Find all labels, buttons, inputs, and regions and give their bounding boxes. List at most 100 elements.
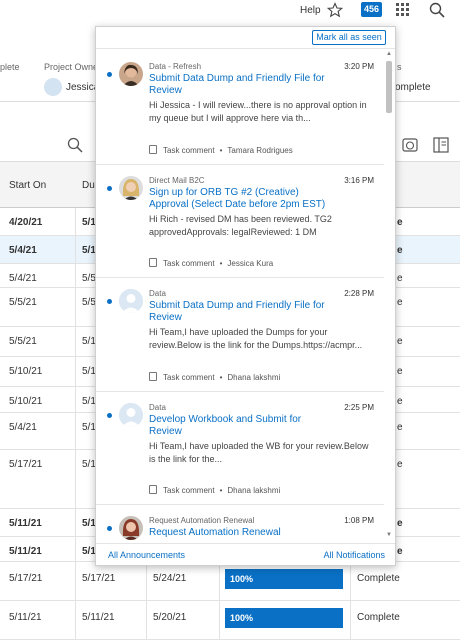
notification-meta: Task comment • Dhana lakshmi <box>149 485 280 495</box>
meta-author: Jessica Kura <box>227 259 274 268</box>
notification-meta: Task comment • Tamara Rodrigues <box>149 145 293 155</box>
meta-type: Task comment <box>163 373 215 382</box>
column-header-start-on[interactable]: Start On <box>9 180 46 191</box>
start-date-cell: 5/11/21 <box>9 546 42 557</box>
due-date-cell: 5/1 <box>82 336 96 347</box>
meta-type: Task comment <box>163 486 215 495</box>
table-row[interactable]: 5/17/21 5/17/21 5/24/21 Complete 100% <box>0 562 460 601</box>
due-date-cell: 5/1 <box>82 546 96 557</box>
notification-item[interactable]: Direct Mail B2C 3:16 PM Sign up for ORB TG… <box>96 165 384 278</box>
star-icon[interactable] <box>327 2 343 18</box>
start-date-cell: 5/4/21 <box>9 422 37 433</box>
status-cell: e <box>397 422 403 433</box>
meta-author: Dhana lakshmi <box>227 373 281 382</box>
notification-body: Hi Team,I have uploaded the Dumps for yo… <box>149 327 363 350</box>
notification-category: Data <box>149 289 166 298</box>
all-notifications-link[interactable]: All Notifications <box>323 550 385 560</box>
start-date-cell: 5/5/21 <box>9 336 37 347</box>
notification-title-link[interactable]: Sign up for ORB TG #2 (Creative) Approva… <box>149 187 334 211</box>
scroll-thumb[interactable] <box>386 61 392 113</box>
panel-scrollbar[interactable]: ▲ ▼ <box>385 51 393 541</box>
unread-dot <box>107 299 112 304</box>
notification-title-link[interactable]: Submit Data Dump and Friendly File for R… <box>149 300 334 324</box>
owner-avatar <box>44 78 62 96</box>
notification-item[interactable]: Data - Refresh 3:20 PM Submit Data Dump an… <box>96 51 384 165</box>
due-date-cell: 5/1 <box>82 217 96 228</box>
notification-item[interactable]: Data 2:25 PM Develop Workbook and Submit f… <box>96 392 384 505</box>
avatar <box>119 176 143 200</box>
notification-time: 3:16 PM <box>344 176 374 185</box>
notification-category: Request Automation Renewal <box>149 516 255 525</box>
notification-body: Hi Jessica - I will review...there is no… <box>149 100 367 123</box>
due-date-cell: 5/1 <box>82 366 96 377</box>
avatar <box>119 62 143 86</box>
start-date-cell: 5/10/21 <box>9 396 43 407</box>
due-date-cell: 5/5 <box>82 297 96 308</box>
progress-bar: 100% <box>225 569 343 589</box>
end-date-cell: 5/20/21 <box>153 612 187 623</box>
help-link[interactable]: Help <box>300 5 321 16</box>
task-comment-icon <box>149 145 157 154</box>
panel-header: Mark all as seen <box>96 27 395 49</box>
scroll-down-icon[interactable]: ▼ <box>385 532 393 540</box>
progress-bar: 100% <box>225 608 343 628</box>
scroll-up-icon[interactable]: ▲ <box>385 51 393 59</box>
avatar <box>119 516 143 540</box>
timeline-icon[interactable] <box>402 137 418 153</box>
column-divider <box>75 208 76 640</box>
start-date-cell: 5/4/21 <box>9 245 37 256</box>
start-date-cell: 5/17/21 <box>9 459 43 470</box>
project-owner-label: Project Owne <box>44 62 99 72</box>
status-cell: e <box>397 217 403 228</box>
start-date-cell: 5/17/21 <box>9 573 43 584</box>
notification-category: Data - Refresh <box>149 62 202 71</box>
unread-dot <box>107 526 112 531</box>
column-header-due[interactable]: Du <box>82 180 95 191</box>
unread-dot <box>107 413 112 418</box>
meta-type: Task comment <box>163 259 215 268</box>
all-announcements-link[interactable]: All Announcements <box>108 550 185 560</box>
grid-icon[interactable] <box>396 3 410 17</box>
end-date-cell: 5/24/21 <box>153 573 187 584</box>
top-bar: Help 456 <box>0 0 460 24</box>
status-value: omplete <box>395 82 431 93</box>
notification-time: 3:20 PM <box>344 62 374 71</box>
panel-icon[interactable] <box>433 137 449 153</box>
search-icon[interactable] <box>429 2 445 18</box>
complete-label: plete <box>0 62 20 72</box>
notification-body: Hi Team,I have uploaded the WB for your … <box>149 441 369 464</box>
notification-title-link[interactable]: Develop Workbook and Submit for Review <box>149 414 334 438</box>
start-date-cell: 5/4/21 <box>9 273 37 284</box>
status-cell: e <box>397 245 403 256</box>
status-cell: e <box>397 366 403 377</box>
due-date-cell: 5/11/21 <box>82 612 115 623</box>
notification-time: 2:28 PM <box>344 289 374 298</box>
avatar <box>119 403 143 427</box>
status-cell: e <box>397 546 403 557</box>
start-date-cell: 5/11/21 <box>9 518 42 529</box>
status-cell: Complete <box>357 612 400 623</box>
table-row[interactable]: 5/11/21 5/11/21 5/20/21 Complete 100% <box>0 601 460 640</box>
due-date-cell: 5/1 <box>82 245 96 256</box>
task-comment-icon <box>149 258 157 267</box>
meta-author: Tamara Rodrigues <box>227 146 293 155</box>
unread-dot <box>107 186 112 191</box>
mark-all-seen-button[interactable]: Mark all as seen <box>312 30 386 45</box>
search-icon[interactable] <box>67 137 83 153</box>
notification-title-link[interactable]: Submit Data Dump and Friendly File for R… <box>149 73 334 97</box>
notification-item[interactable]: Data 2:28 PM Submit Data Dump and Friendly… <box>96 278 384 392</box>
notification-meta: Task comment • Jessica Kura <box>149 258 273 268</box>
notification-meta: Task comment • Dhana lakshmi <box>149 372 280 382</box>
notification-title-link[interactable]: Request Automation Renewal <box>149 527 334 539</box>
due-date-cell: 5/1 <box>82 396 96 407</box>
meta-author: Dhana lakshmi <box>227 486 281 495</box>
start-date-cell: 4/20/21 <box>9 217 43 228</box>
status-cell: e <box>397 518 403 529</box>
notification-body: Hi Rich - revised DM has been reviewed. … <box>149 214 332 237</box>
status-cell: e <box>397 336 403 347</box>
task-comment-icon <box>149 485 157 494</box>
due-date-cell: 5/17/21 <box>82 573 116 584</box>
notification-badge[interactable]: 456 <box>361 2 382 17</box>
task-comment-icon <box>149 372 157 381</box>
avatar <box>119 289 143 313</box>
